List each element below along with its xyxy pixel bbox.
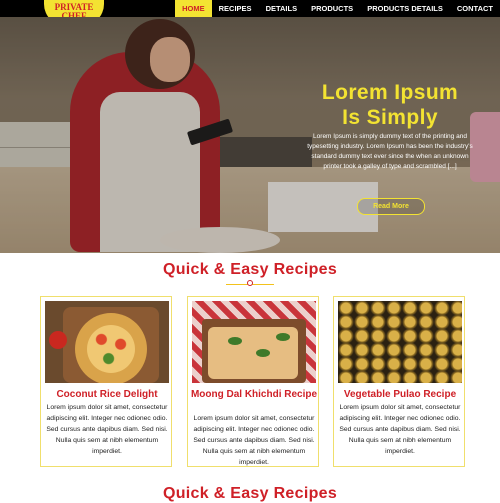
- hero-description: Lorem Ipsum is simply dummy text of the …: [307, 133, 473, 170]
- recipe-card[interactable]: Moong Dal Khichdi Recipe Lorem ipsum dol…: [187, 296, 319, 467]
- divider-circle-icon: [247, 280, 253, 286]
- recipe-card[interactable]: Coconut Rice Delight Lorem ipsum dolor s…: [40, 296, 172, 467]
- recipe-title[interactable]: Moong Dal Khichdi Recipe: [188, 389, 320, 400]
- recipe-description: Lorem ipsum dolor sit amet, consectetur …: [46, 404, 168, 455]
- recipe-title[interactable]: Vegetable Pulao Recipe: [334, 389, 466, 400]
- recipe-description: Lorem ipsum dolor sit amet, consectetur …: [339, 404, 461, 455]
- recipe-image-tarts[interactable]: [338, 301, 462, 383]
- nav-item-products[interactable]: PRODUCTS: [304, 0, 360, 17]
- nav-item-home[interactable]: HOME: [175, 0, 212, 17]
- image-tart-tray: [338, 301, 462, 383]
- hero-title-line-1: Lorem Ipsum: [321, 81, 459, 104]
- read-more-button[interactable]: Read More: [357, 198, 425, 215]
- top-header: PRIVATE CHEF HOME RECIPES DETAILS PRODUC…: [0, 0, 500, 26]
- hero-title-line-2: Is Simply: [342, 106, 438, 129]
- nav-item-recipes[interactable]: RECIPES: [212, 0, 259, 17]
- image-basil: [276, 333, 290, 341]
- section-title: Quick & Easy Recipes: [162, 261, 338, 278]
- recipe-card[interactable]: Vegetable Pulao Recipe Lorem ipsum dolor…: [333, 296, 465, 467]
- image-basil: [256, 349, 270, 357]
- image-toppings: [87, 325, 135, 373]
- recipe-image-flatbread[interactable]: [192, 301, 316, 383]
- nav-item-details[interactable]: DETAILS: [259, 0, 305, 17]
- section-title-2: Quick & Easy Recipes: [162, 485, 338, 502]
- nav-item-products-details[interactable]: PRODUCTS DETAILS: [360, 0, 450, 17]
- recipe-image-pizza[interactable]: [45, 301, 169, 383]
- recipe-title[interactable]: Coconut Rice Delight: [41, 389, 173, 400]
- recipe-description: Lorem ipsum dolor sit amet, consectetur …: [193, 415, 315, 466]
- main-nav: HOME RECIPES DETAILS PRODUCTS PRODUCTS D…: [175, 0, 500, 17]
- nav-item-contact[interactable]: CONTACT: [450, 0, 500, 17]
- title-divider: [226, 279, 274, 287]
- hero-title: Lorem Ipsum Is Simply: [300, 80, 480, 130]
- hero-banner: Lorem Ipsum Is Simply Lorem Ipsum is sim…: [0, 17, 500, 253]
- image-basil: [228, 337, 242, 345]
- image-tomato: [49, 331, 67, 349]
